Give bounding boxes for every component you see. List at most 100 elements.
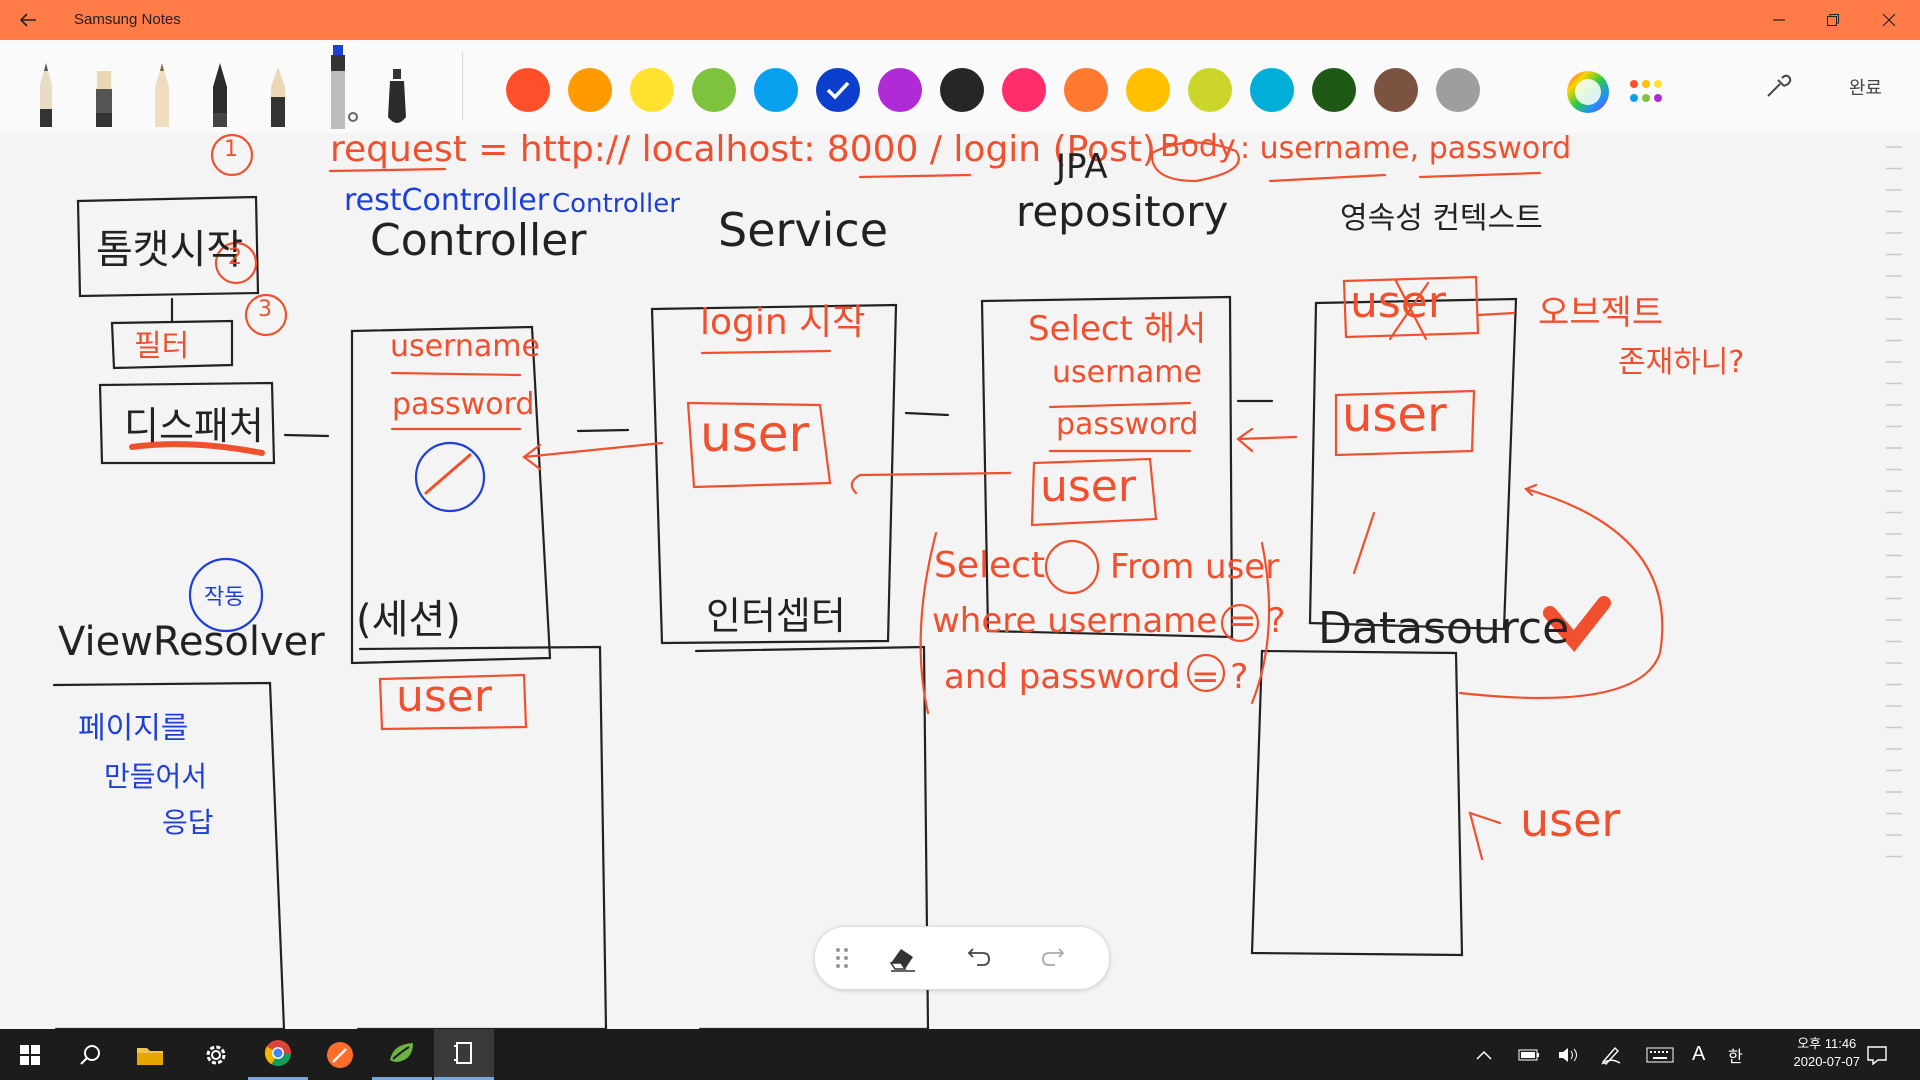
notification-icon[interactable] [1866, 1029, 1888, 1080]
marker-icon[interactable] [92, 57, 116, 131]
repo-field-username: username [1052, 355, 1202, 390]
vr-box-line-2: 만들어서 [104, 760, 208, 793]
service-user-label: user [700, 405, 810, 463]
clock-time: 오후 11:46 [1797, 1036, 1857, 1051]
highlighter-pen-icon[interactable] [326, 41, 360, 131]
step-num-2: 2 [228, 245, 242, 270]
step-num-3: 3 [258, 297, 272, 322]
undo-icon[interactable] [963, 945, 991, 971]
calligraphy-pen-icon[interactable] [384, 57, 410, 131]
step-label-1: 톰캣시작 [96, 227, 244, 273]
back-arrow-icon[interactable] [14, 6, 42, 34]
service-text: login 시작 [700, 302, 866, 343]
checkmark-icon [826, 81, 850, 100]
datasource-title: Datasource [1318, 603, 1570, 654]
color-swatch[interactable] [940, 68, 984, 112]
color-swatch[interactable] [1126, 68, 1170, 112]
color-swatch[interactable] [630, 68, 674, 112]
ime-mode-a[interactable]: A [1692, 1029, 1705, 1080]
pencil-icon[interactable] [150, 57, 174, 131]
repo-field-password: password [1056, 407, 1199, 442]
search-icon[interactable] [60, 1029, 120, 1080]
brush-icon[interactable] [266, 57, 290, 131]
redo-icon[interactable] [1041, 945, 1069, 971]
query-select: Select [934, 545, 1046, 586]
color-swatch[interactable] [506, 68, 550, 112]
eyedropper-icon[interactable] [1764, 72, 1792, 105]
step-label-3: 디스패처 [124, 404, 264, 448]
color-swatch[interactable] [692, 68, 736, 112]
color-swatch[interactable] [1250, 68, 1294, 112]
session-user-label: user [396, 671, 492, 722]
step-num-1: 1 [224, 137, 238, 162]
query-where: where username = ? [932, 601, 1286, 641]
floating-tool-bar [814, 926, 1110, 990]
query-from: From user [1110, 547, 1280, 587]
done-button[interactable]: 완료 [1849, 74, 1882, 100]
battery-icon[interactable] [1518, 1029, 1540, 1080]
repository-title: repository [1016, 187, 1229, 236]
view-resolver-note: 작동 [204, 585, 245, 610]
color-swatch[interactable] [1064, 68, 1108, 112]
minimize-button[interactable] [1756, 0, 1802, 40]
color-swatch[interactable] [1188, 68, 1232, 112]
body-tag: Body [1160, 133, 1236, 164]
pen-workspace-icon[interactable] [1600, 1029, 1622, 1080]
eraser-icon[interactable] [887, 943, 917, 973]
samsung-notes-taskbar-icon[interactable] [434, 1029, 494, 1080]
toolbar-divider [462, 52, 463, 120]
color-swatch[interactable] [1312, 68, 1356, 112]
windows-taskbar: A 한 오후 11:46 2020-07-07 [0, 1029, 1920, 1080]
note-canvas[interactable]: request = http:// localhost: 8000 / logi… [0, 133, 1920, 1029]
vr-box-line-1: 페이지를 [78, 711, 189, 746]
service-title: Service [718, 203, 889, 257]
volume-icon[interactable] [1558, 1029, 1580, 1080]
exists-question: 존재하니? [1618, 345, 1745, 380]
system-clock[interactable]: 오후 11:46 2020-07-07 [1794, 1035, 1861, 1071]
spring-tool-icon[interactable] [372, 1029, 432, 1080]
persistence-context-title: 영속성 컨텍스트 [1340, 201, 1543, 236]
ime-mode-hangul[interactable]: 한 [1728, 1029, 1743, 1080]
color-swatch[interactable] [1436, 68, 1480, 112]
file-explorer-icon[interactable] [120, 1029, 180, 1080]
keyboard-icon[interactable] [1646, 1029, 1674, 1080]
clock-date: 2020-07-07 [1793, 1054, 1861, 1069]
color-swatch[interactable] [816, 68, 860, 112]
request-line: request = http:// localhost: 8000 / logi… [330, 133, 1156, 170]
page-scroll-ticks[interactable] [1884, 143, 1904, 873]
title-bar: Samsung Notes [0, 0, 1920, 40]
color-wheel-icon[interactable] [1566, 70, 1610, 114]
tray-chevron-icon[interactable] [1476, 1029, 1492, 1080]
pen-toolbar: 완료 [0, 40, 1920, 134]
close-button[interactable] [1866, 0, 1912, 40]
orange-app-icon[interactable] [310, 1029, 370, 1080]
rest-controller-label: restController [344, 183, 550, 218]
restore-button[interactable] [1810, 0, 1856, 40]
color-swatch[interactable] [878, 68, 922, 112]
repo-select-text: Select 해서 [1028, 309, 1207, 349]
object-label: 오브젝트 [1538, 293, 1664, 333]
fountain-pen-icon[interactable] [208, 57, 232, 131]
color-swatch[interactable] [1002, 68, 1046, 112]
vr-box-line-3: 응답 [162, 806, 214, 839]
jpa-label: JPA [1056, 147, 1108, 187]
query-and: and password = ? [944, 657, 1249, 697]
settings-gear-icon[interactable] [186, 1029, 246, 1080]
step-label-2: 필터 [134, 329, 190, 364]
drag-handle-icon[interactable] [835, 947, 849, 969]
controller-field-username: username [390, 329, 540, 364]
color-swatch[interactable] [568, 68, 612, 112]
interceptor-title: 인터셉터 [706, 594, 846, 638]
window-title: Samsung Notes [74, 11, 181, 28]
controller-field-password: password [392, 387, 535, 422]
chrome-icon[interactable] [248, 1029, 308, 1080]
view-resolver-title: ViewResolver [58, 619, 325, 665]
color-swatch[interactable] [1374, 68, 1418, 112]
incoming-user-label: user [1520, 793, 1621, 847]
body-params: : username, password [1240, 133, 1572, 166]
persist-user-label: user [1342, 387, 1447, 443]
color-swatch[interactable] [754, 68, 798, 112]
start-icon[interactable] [0, 1029, 60, 1080]
controller-title: Controller [370, 215, 587, 266]
pen-icon[interactable] [34, 57, 58, 131]
